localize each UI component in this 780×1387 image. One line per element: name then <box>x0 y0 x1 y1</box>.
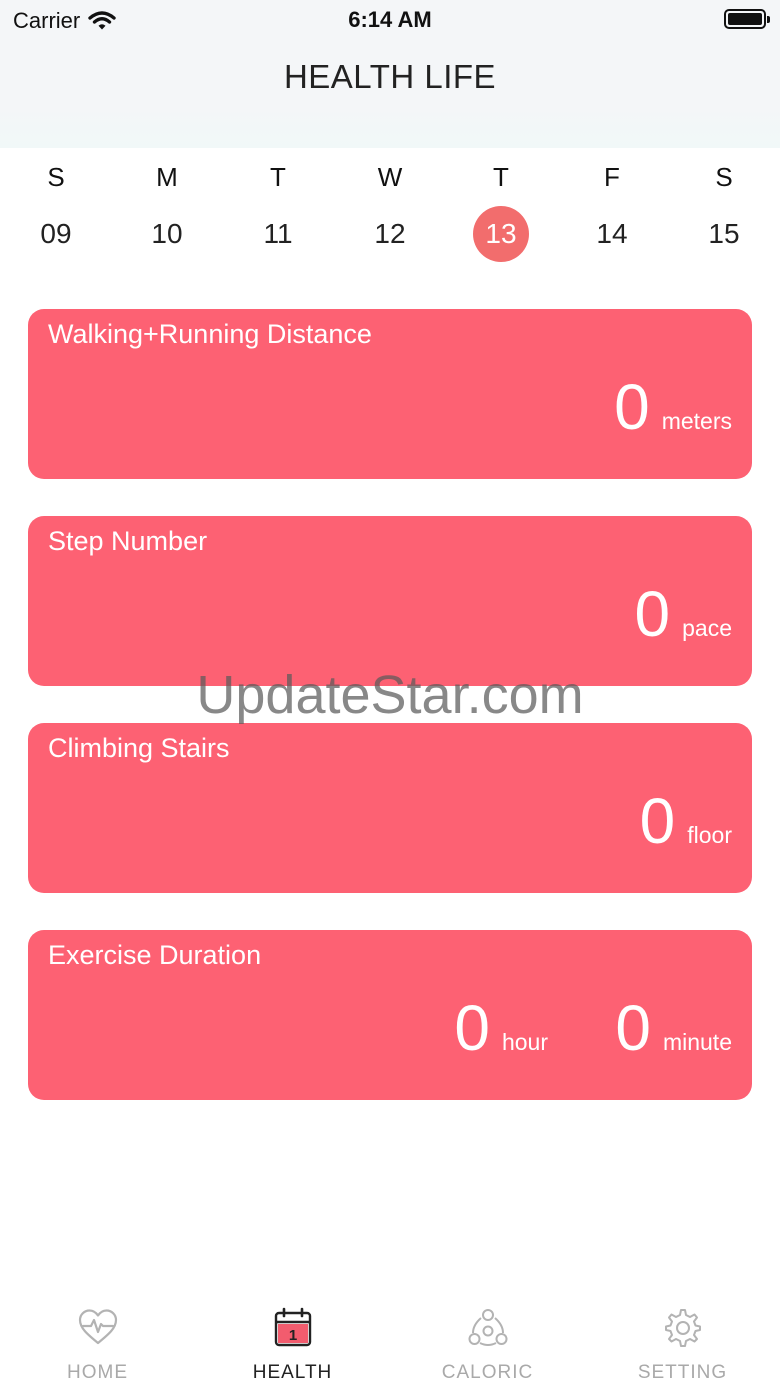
status-bar: Carrier 6:14 AM <box>0 0 780 40</box>
date-number: 10 <box>151 218 183 249</box>
battery-icon <box>724 9 770 29</box>
selected-date-number: 13 <box>473 206 529 262</box>
duration-minutes-unit: minute <box>662 1029 732 1055</box>
steps-value-group: 0 pace <box>635 582 732 646</box>
date-number: 14 <box>596 218 628 249</box>
weekday-letter: T <box>270 162 286 192</box>
duration-card-title: Exercise Duration <box>48 940 262 970</box>
status-time: 6:14 AM <box>348 7 432 32</box>
tab-health[interactable]: 1 HEALTH <box>195 1295 390 1387</box>
weekday-letter: M <box>156 162 178 192</box>
page-title: HEALTH LIFE <box>283 58 497 95</box>
duration-minutes-value: 0 <box>615 992 651 1064</box>
duration-hours-value: 0 <box>454 992 490 1064</box>
stairs-unit: floor <box>687 822 732 848</box>
tab-bar: HOME 1 HEALTH CALORIC SETTING <box>0 1295 780 1387</box>
heart-pulse-icon <box>78 1309 118 1345</box>
tab-setting-label: SETTING <box>637 1362 728 1383</box>
weekday-letter: T <box>493 162 509 192</box>
svg-text:1: 1 <box>289 1327 297 1344</box>
steps-value: 0 <box>634 578 671 650</box>
tab-setting[interactable]: SETTING <box>585 1295 780 1387</box>
weekday-letter: S <box>715 162 733 192</box>
stairs-card[interactable]: Climbing Stairs 0 floor <box>28 723 752 893</box>
tab-home[interactable]: HOME <box>0 1295 195 1387</box>
date-number: 15 <box>708 218 740 249</box>
distance-card-title: Walking+Running Distance <box>48 319 372 349</box>
stairs-value-group: 0 floor <box>640 789 732 853</box>
stairs-value: 0 <box>639 785 676 857</box>
tab-caloric[interactable]: CALORIC <box>390 1295 585 1387</box>
molecule-icon <box>468 1309 508 1346</box>
steps-card[interactable]: Step Number 0 pace <box>28 516 752 686</box>
distance-value-group: 0 meters <box>614 375 732 439</box>
distance-unit: meters <box>661 408 732 434</box>
tab-caloric-label: CALORIC <box>441 1362 534 1383</box>
date-number: 12 <box>374 218 406 249</box>
tab-health-label: HEALTH <box>252 1362 333 1383</box>
distance-card[interactable]: Walking+Running Distance 0 meters <box>28 309 752 479</box>
steps-unit: pace <box>682 615 732 641</box>
top-bar: Carrier 6:14 AM HEALTH LIFE <box>0 0 780 148</box>
calendar-icon: 1 <box>274 1307 312 1347</box>
date-number: 11 <box>263 218 293 249</box>
exercise-duration-card[interactable]: Exercise Duration 0 hour 0 minute <box>28 930 752 1100</box>
duration-minutes-group: 0 minute <box>615 996 732 1060</box>
tab-home-label: HOME <box>67 1362 128 1383</box>
steps-card-title: Step Number <box>48 526 208 556</box>
stairs-card-title: Climbing Stairs <box>48 733 230 763</box>
weekday-letter: F <box>604 162 620 192</box>
gear-icon <box>665 1309 701 1347</box>
week-date-picker: S 09 M 10 T 11 W 12 T 13 F 14 S 15 <box>0 148 780 278</box>
duration-hours-unit: hour <box>501 1029 548 1055</box>
date-number: 09 <box>40 218 72 249</box>
weekday-letter: W <box>377 162 403 192</box>
weekday-letter: S <box>47 162 65 192</box>
distance-value: 0 <box>614 371 650 443</box>
duration-hours-group: 0 hour <box>454 996 548 1060</box>
